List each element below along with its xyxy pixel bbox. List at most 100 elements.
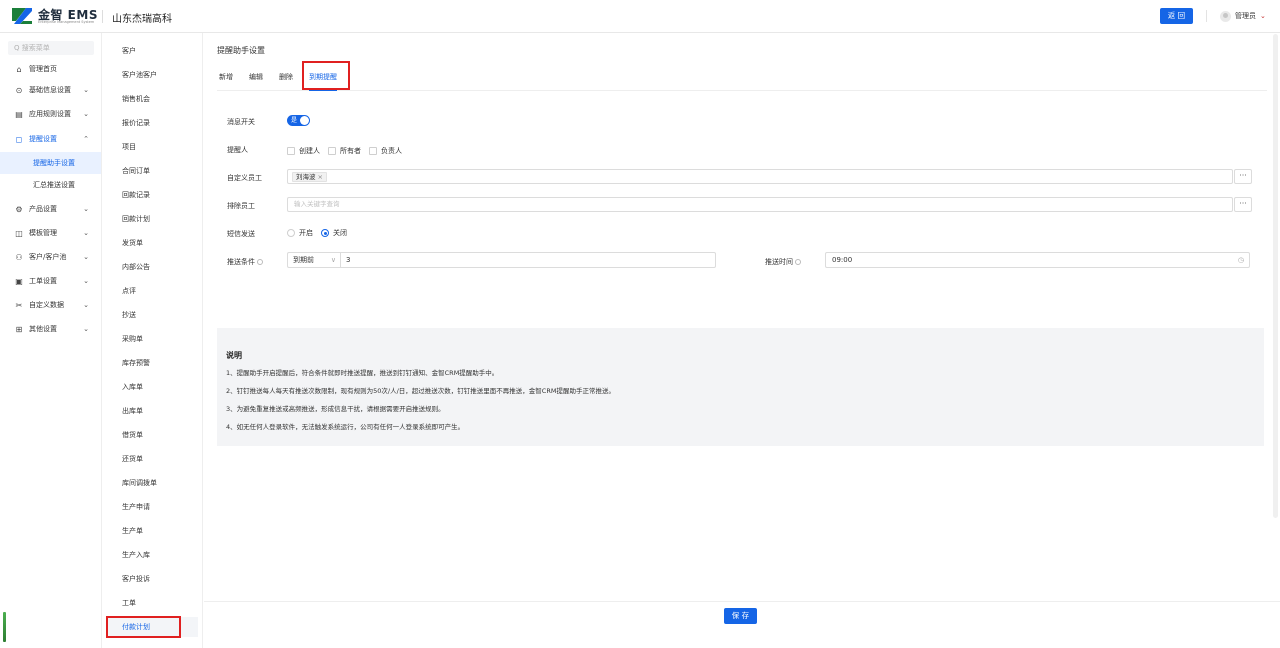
info-icon (795, 259, 801, 265)
bell-icon: ◻ (15, 134, 23, 144)
module-item[interactable]: 客户池客户 (106, 65, 198, 85)
module-item[interactable]: 回款记录 (106, 185, 198, 205)
nav-item-other-settings[interactable]: ⊞ 其他设置 ⌄ (0, 317, 101, 341)
module-item[interactable]: 客户 (106, 41, 198, 61)
document-icon: ▤ (15, 109, 23, 119)
grid-icon: ⊞ (15, 324, 23, 334)
tab-edit[interactable]: 编辑 (249, 69, 263, 91)
nav-item-label: 客户/客户池 (29, 253, 67, 261)
nav-item-label: 产品设置 (29, 205, 57, 213)
module-item[interactable]: 生产入库 (106, 545, 198, 565)
module-item[interactable]: 采购单 (106, 329, 198, 349)
module-item[interactable]: 还货单 (106, 449, 198, 469)
nav-item-custom-data[interactable]: ✂ 自定义数据 ⌄ (0, 293, 101, 317)
nav-item-label: 工单设置 (29, 277, 57, 285)
condition-label: 推送条件 (227, 257, 263, 267)
chevron-down-icon: ⌄ (83, 277, 89, 285)
highlight-box-tab (302, 61, 350, 90)
radio-dot (321, 229, 329, 237)
chevron-down-icon: ⌄ (83, 86, 89, 94)
template-icon: ◫ (15, 228, 23, 238)
menu-search-input[interactable]: Q 搜索菜单 (8, 41, 94, 55)
subnav-item-reminder-assistant[interactable]: 提醒助手设置 (0, 152, 101, 174)
exclude-employee-label: 排除员工 (227, 202, 255, 210)
back-button[interactable]: 返 回 (1160, 8, 1193, 24)
checkbox-owner[interactable]: 所有者 (328, 146, 361, 156)
radio-label: 开启 (299, 229, 313, 237)
left-nav: Q 搜索菜单 ⌂ 管理首页 ⊙ 基础信息设置 ⌄ ▤ 应用规则设置 ⌄ ◻ 提醒… (0, 33, 102, 648)
module-item[interactable]: 报价记录 (106, 113, 198, 133)
close-icon[interactable]: × (318, 173, 323, 181)
checkbox-box (287, 147, 295, 155)
module-item[interactable]: 抄送 (106, 305, 198, 325)
nav-item-customers[interactable]: ⚇ 客户/客户池 ⌄ (0, 245, 101, 269)
checkbox-creator[interactable]: 创建人 (287, 146, 320, 156)
radio-sms-off[interactable]: 关闭 (321, 228, 347, 238)
checkbox-responsible[interactable]: 负责人 (369, 146, 402, 156)
module-item[interactable]: 回款计划 (106, 209, 198, 229)
nav-item-product-settings[interactable]: ⚙ 产品设置 ⌄ (0, 197, 101, 221)
tab-bar: 新增 编辑 删除 到期提醒 (217, 69, 1267, 91)
page-title: 提醒助手设置 (217, 46, 265, 55)
condition-select[interactable]: 到期前 ∨ (287, 252, 340, 268)
module-item[interactable]: 客户投诉 (106, 569, 198, 589)
nav-item-templates[interactable]: ◫ 模板管理 ⌄ (0, 221, 101, 245)
exclude-employee-more-button[interactable]: ··· (1234, 197, 1252, 212)
condition-label-text: 推送条件 (227, 258, 255, 266)
module-item[interactable]: 点评 (106, 281, 198, 301)
custom-employee-field[interactable]: 刘海波 × (287, 169, 1233, 184)
nav-item-label: 其他设置 (29, 325, 57, 333)
save-button[interactable]: 保 存 (724, 608, 757, 624)
nav-item-reminder-settings[interactable]: ◻ 提醒设置 ⌃ (0, 127, 101, 151)
module-item[interactable]: 生产申请 (106, 497, 198, 517)
notes-panel: 说明 1、提醒助手开启提醒后，符合条件就即时推送提醒，推送到钉钉通知、金智CRM… (217, 328, 1264, 446)
note-line: 1、提醒助手开启提醒后，符合条件就即时推送提醒，推送到钉钉通知、金智CRM提醒助… (226, 369, 499, 377)
module-item[interactable]: 工单 (106, 593, 198, 613)
switch-knob (300, 116, 309, 125)
module-item[interactable]: 发货单 (106, 233, 198, 253)
module-item[interactable]: 入库单 (106, 377, 198, 397)
module-item[interactable]: 出库单 (106, 401, 198, 421)
nav-item-app-rules[interactable]: ▤ 应用规则设置 ⌄ (0, 102, 101, 126)
radio-label: 关闭 (333, 229, 347, 237)
chevron-down-icon: ∨ (330, 256, 336, 264)
exclude-placeholder: 输入关键字查询 (294, 200, 340, 208)
module-item[interactable]: 库存预警 (106, 353, 198, 373)
tab-delete[interactable]: 删除 (279, 69, 293, 91)
home-icon: ⌂ (16, 64, 22, 74)
radio-dot (287, 229, 295, 237)
note-line: 2、钉钉推送每人每天有推送次数限制，现有规则为50次/人/日，超过推送次数，钉钉… (226, 387, 615, 395)
user-menu[interactable]: 管理员 ⌄ (1220, 9, 1266, 23)
clock-icon: ◷ (1237, 256, 1244, 264)
users-icon: ⚇ (15, 252, 23, 262)
module-item[interactable]: 内部公告 (106, 257, 198, 277)
message-switch[interactable]: 是 (287, 115, 310, 126)
switch-label: 消息开关 (227, 118, 255, 126)
note-line: 4、如无任何人登录软件，无法触发系统运行，公司有任何一人登录系统即可产生。 (226, 423, 465, 431)
module-item[interactable]: 生产单 (106, 521, 198, 541)
nav-item-basic-info[interactable]: ⊙ 基础信息设置 ⌄ (0, 78, 101, 102)
chevron-down-icon: ⌄ (83, 301, 89, 309)
footer-divider (204, 601, 1280, 602)
radio-sms-on[interactable]: 开启 (287, 228, 313, 238)
scrollbar[interactable] (1273, 34, 1278, 518)
gear-icon: ⚙ (15, 204, 23, 214)
condition-select-value: 到期前 (293, 256, 314, 264)
subnav-item-summary-push[interactable]: 汇总推送设置 (0, 174, 101, 196)
module-item[interactable]: 库间调拨单 (106, 473, 198, 493)
checkbox-label: 负责人 (381, 147, 402, 155)
module-item[interactable]: 销售机会 (106, 89, 198, 109)
checkbox-label: 所有者 (340, 147, 361, 155)
exclude-employee-input[interactable]: 输入关键字查询 (287, 197, 1233, 212)
module-item[interactable]: 借货单 (106, 425, 198, 445)
nav-item-workorder-settings[interactable]: ▣ 工单设置 ⌄ (0, 269, 101, 293)
module-list: 客户 客户池客户 销售机会 报价记录 项目 合同订单 回款记录 回款计划 发货单… (102, 33, 203, 648)
module-item[interactable]: 合同订单 (106, 161, 198, 181)
tab-add[interactable]: 新增 (219, 69, 233, 91)
chevron-down-icon: ⌄ (83, 229, 89, 237)
main-panel: 提醒助手设置 新增 编辑 删除 到期提醒 消息开关 是 提醒人 创建人 所有者 … (204, 33, 1280, 648)
push-time-input[interactable]: 09:00 ◷ (825, 252, 1250, 268)
custom-employee-more-button[interactable]: ··· (1234, 169, 1252, 184)
module-item[interactable]: 项目 (106, 137, 198, 157)
condition-days-input[interactable]: 3 (340, 252, 716, 268)
